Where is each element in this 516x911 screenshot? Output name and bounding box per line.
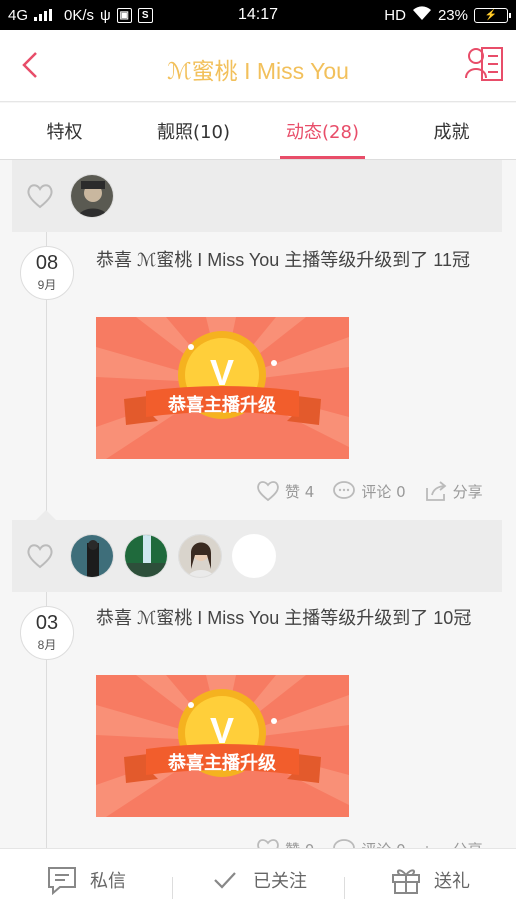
battery-percent: 23% [437, 6, 468, 24]
share-label: 分享 [452, 482, 483, 501]
share-button[interactable]: 分享 [424, 838, 483, 848]
heart-outline-icon[interactable] [26, 543, 54, 569]
post-text: 恭喜 ℳ蜜桃 I Miss You 主播等级升级到了 11冠 [96, 250, 470, 270]
app-header: ℳ蜜桃 I Miss You [0, 30, 516, 102]
sim-icon: S [137, 7, 153, 23]
date-badge: 08 9月 [20, 246, 74, 300]
tab-photos[interactable]: 靓照(10) [129, 103, 258, 159]
avatar[interactable] [70, 174, 114, 218]
chevron-left-icon [22, 52, 37, 78]
like-button[interactable]: 赞 0 [256, 838, 314, 848]
comment-button[interactable]: 评论 0 [332, 480, 406, 502]
date-day: 03 [35, 612, 59, 634]
date-month: 9月 [37, 278, 57, 292]
date-day: 08 [35, 252, 59, 274]
likers-bar [12, 160, 502, 232]
network-type: 4G [8, 6, 29, 24]
gift-icon [392, 869, 420, 894]
profile-card-button[interactable] [464, 44, 504, 84]
profile-card-icon [465, 47, 503, 81]
comment-icon [333, 481, 356, 499]
tab-achievements[interactable]: 成就 [387, 103, 516, 159]
share-button[interactable]: 分享 [424, 480, 483, 502]
banner-letter: V [210, 710, 234, 751]
hd-indicator: HD [384, 6, 406, 24]
share-label: 分享 [453, 839, 483, 849]
back-button[interactable] [16, 50, 46, 80]
message-icon [48, 867, 76, 895]
heart-outline-icon [257, 839, 279, 848]
comment-icon [333, 839, 356, 848]
comment-count: 评论 0 [361, 482, 406, 501]
private-message-button[interactable]: 私信 [0, 865, 172, 895]
usb-icon: ψ [100, 6, 111, 24]
banner-letter: V [210, 352, 234, 393]
followed-button[interactable]: 已关注 [172, 865, 344, 899]
likers-bar [12, 520, 502, 592]
status-bar: 4G 0K/s ψ ▣ S 14:17 HD 23% ⚡ [0, 0, 516, 30]
avatar[interactable] [70, 534, 114, 578]
like-count: 赞 4 [285, 482, 315, 501]
network-speed: 0K/s [64, 6, 95, 24]
checkmark-icon [214, 872, 236, 889]
send-gift-button[interactable]: 送礼 [344, 865, 516, 899]
notification-icon: ▣ [116, 7, 132, 23]
signal-icon [34, 9, 53, 21]
heart-outline-icon [257, 481, 279, 502]
share-icon [425, 481, 447, 501]
date-badge: 03 8月 [20, 606, 74, 660]
tab-moments[interactable]: 动态(28) [258, 103, 387, 159]
post-actions: 赞 4 评论 0 分享 [256, 480, 506, 502]
share-icon [425, 846, 428, 848]
private-message-label: 私信 [90, 871, 126, 892]
heart-outline-icon[interactable] [26, 183, 54, 209]
like-button[interactable]: 赞 4 [256, 480, 314, 502]
post-text: 恭喜 ℳ蜜桃 I Miss You 主播等级升级到了 10冠 [96, 608, 472, 628]
bubble-notch [36, 510, 56, 520]
battery-icon: ⚡ [474, 7, 511, 23]
tab-bar: 特权 靓照(10) 动态(28) 成就 [0, 103, 516, 160]
bottom-action-bar: 私信 已关注 送礼 [0, 848, 516, 911]
page-title: ℳ蜜桃 I Miss You [167, 58, 349, 84]
tab-privileges[interactable]: 特权 [0, 103, 129, 159]
like-count: 赞 0 [285, 839, 314, 849]
followed-label: 已关注 [253, 871, 307, 892]
wifi-icon [412, 5, 432, 25]
moments-feed[interactable]: 08 9月 恭喜 ℳ蜜桃 I Miss You 主播等级升级到了 11冠 V 恭… [0, 160, 516, 848]
avatar[interactable] [178, 534, 222, 578]
post-actions: 赞 0 评论 0 分享 [256, 838, 506, 848]
date-month: 8月 [37, 638, 57, 652]
comment-button[interactable]: 评论 0 [332, 838, 406, 849]
avatar[interactable] [232, 534, 276, 578]
banner-label: 恭喜主播升级 [167, 752, 277, 774]
level-up-banner[interactable]: V 恭喜主播升级 [96, 675, 349, 817]
banner-label: 恭喜主播升级 [167, 394, 277, 416]
level-up-banner[interactable]: V 恭喜主播升级 [96, 317, 349, 459]
comment-count: 评论 0 [361, 839, 405, 849]
send-gift-label: 送礼 [434, 871, 470, 892]
avatar[interactable] [124, 534, 168, 578]
